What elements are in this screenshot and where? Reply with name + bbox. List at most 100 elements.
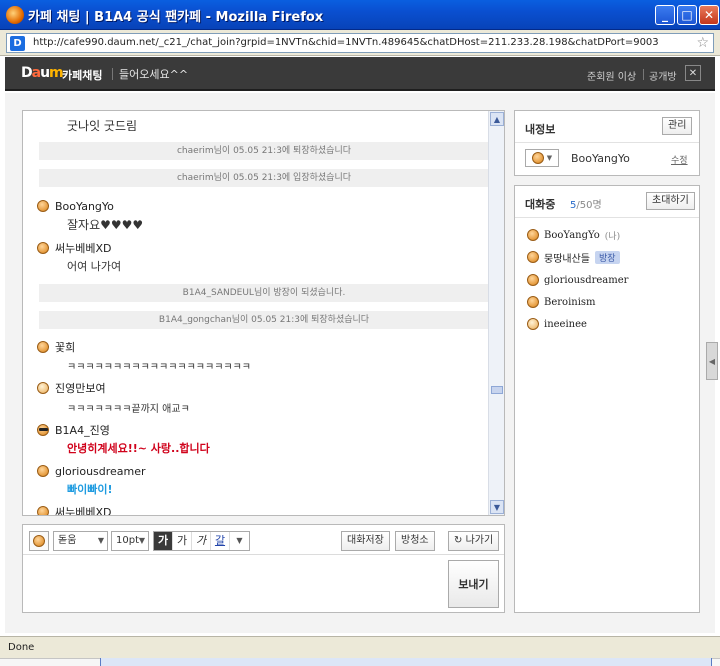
window-title-bar: 카페 채팅 | B1A4 공식 팬카페 - Mozilla Firefox _ … xyxy=(0,0,720,30)
members-panel: 대화중 5/50명 초대하기 BooYangYo (나) 뭉땅내산들 방장 gl… xyxy=(514,185,700,613)
close-button[interactable]: ✕ xyxy=(699,5,719,25)
chat-nickname[interactable]: BooYangYo xyxy=(55,200,114,213)
settings-icon[interactable]: ✕ xyxy=(685,65,701,81)
chat-message-header: B1A4_진영 xyxy=(37,422,110,438)
message-compose-panel: 돋움 ▼ 10pt ▼ 가 가 가 갈 ▼ 대화저장 방청소 ↻ 나가기 보내기 xyxy=(22,524,505,613)
chat-message-text: 잘자요♥♥♥♥ xyxy=(67,218,144,232)
user-face-icon xyxy=(37,506,49,515)
user-face-icon xyxy=(37,341,49,353)
bold-button[interactable]: 가 xyxy=(154,532,173,550)
chevron-down-icon: ▼ xyxy=(138,536,145,545)
my-nickname: BooYangYo xyxy=(571,152,630,165)
address-bar: D http://cafe990.daum.net/_c21_/chat_joi… xyxy=(0,30,720,56)
manage-button[interactable]: 관리 xyxy=(662,117,693,135)
chat-message-text: 안녕히계세요!!~ 사랑..합니다 xyxy=(67,442,210,455)
members-title: 대화중 xyxy=(525,198,556,211)
font-select-value: 돋움 xyxy=(58,535,77,546)
chat-message-header: gloriousdreamer xyxy=(37,463,146,479)
invite-button[interactable]: 초대하기 xyxy=(646,192,695,210)
daum-logo[interactable]: Daum xyxy=(21,65,64,81)
member-count: 5/50명 xyxy=(570,200,602,211)
member-item[interactable]: Beroinism xyxy=(527,294,596,310)
divider xyxy=(515,142,699,143)
save-chat-button[interactable]: 대화저장 xyxy=(341,531,390,551)
chat-nickname[interactable]: gloriousdreamer xyxy=(55,465,146,478)
emoticon-button[interactable] xyxy=(29,531,49,551)
user-face-icon xyxy=(37,465,49,477)
chat-nickname[interactable]: B1A4_진영 xyxy=(55,422,110,438)
cafe-chat-label: 카페채팅 xyxy=(62,69,103,82)
chat-message-header: 써누베베XD xyxy=(37,504,112,515)
chat-message-header: 꽃희 xyxy=(37,339,75,355)
chat-nickname[interactable]: 써누베베XD xyxy=(55,240,112,256)
chat-nickname[interactable]: 써누베베XD xyxy=(55,504,112,515)
chevron-down-icon: ▼ xyxy=(546,154,553,162)
my-info-panel: 내정보 관리 ▼ BooYangYo 수정 xyxy=(514,110,700,176)
message-input[interactable] xyxy=(27,559,445,609)
member-nickname: 뭉땅내산들 xyxy=(544,253,590,265)
chat-message-text: ㅋㅋㅋㅋㅋㅋㅋㅋㅋㅋㅋㅋㅋㅋㅋㅋㅋㅋㅋㅋ xyxy=(67,362,251,373)
member-item[interactable]: 뭉땅내산들 방장 xyxy=(527,249,620,265)
emoticon-select[interactable]: ▼ xyxy=(525,149,559,167)
chevron-down-icon[interactable]: ▼ xyxy=(230,532,249,550)
chat-messages: 굿나잇 굿드림 chaerim님이 05.05 21:3에 퇴장하셨습니다 ch… xyxy=(23,111,489,515)
chat-log-panel: 굿나잇 굿드림 chaerim님이 05.05 21:3에 퇴장하셨습니다 ch… xyxy=(22,110,505,516)
user-face-icon xyxy=(37,242,49,254)
chat-message-text: 빠이빠이! xyxy=(67,483,113,496)
minimize-button[interactable]: _ xyxy=(655,5,675,25)
url-text[interactable]: http://cafe990.daum.net/_c21_/chat_join?… xyxy=(33,37,659,48)
chat-message-text: ㅋㅋㅋㅋㅋㅋㅋ끝까지 애교ㅋ xyxy=(67,404,190,415)
leave-button-label: 나가기 xyxy=(465,535,494,546)
edit-link[interactable]: 수정 xyxy=(671,153,688,166)
user-face-icon xyxy=(527,251,539,263)
scroll-thumb[interactable] xyxy=(491,386,503,394)
firefox-icon xyxy=(6,6,24,24)
member-nickname: BooYangYo xyxy=(544,229,600,241)
italic-button[interactable]: 가 xyxy=(192,532,211,550)
font-select[interactable]: 돋움 ▼ xyxy=(53,531,108,551)
format-toolbar: 돋움 ▼ 10pt ▼ 가 가 가 갈 ▼ 대화저장 방청소 ↻ 나가기 xyxy=(23,525,504,555)
header-divider-right xyxy=(643,69,644,80)
chat-message-header: 진영만보여 xyxy=(37,380,106,396)
chat-nickname[interactable]: 진영만보여 xyxy=(55,380,106,396)
leave-button[interactable]: ↻ 나가기 xyxy=(448,531,500,551)
chevron-down-icon: ▼ xyxy=(97,536,104,545)
send-button[interactable]: 보내기 xyxy=(448,560,499,608)
user-face-icon xyxy=(527,274,539,286)
text-color-button[interactable]: 갈 xyxy=(211,532,230,550)
user-face-icon xyxy=(37,200,49,212)
member-item[interactable]: gloriousdreamer xyxy=(527,272,628,288)
system-message: chaerim님이 05.05 21:3에 퇴장하셨습니다 xyxy=(39,142,489,160)
text-style-group: 가 가 가 갈 ▼ xyxy=(153,531,250,551)
owner-badge: 방장 xyxy=(595,250,620,264)
user-face-icon xyxy=(527,318,539,330)
status-text: Done xyxy=(8,642,35,653)
scroll-down-icon[interactable]: ▼ xyxy=(490,500,504,514)
smiley-icon xyxy=(33,535,45,547)
url-field[interactable]: D http://cafe990.daum.net/_c21_/chat_joi… xyxy=(6,33,714,53)
chat-scrollbar[interactable]: ▲ ▼ xyxy=(488,111,504,515)
collapse-handle-icon[interactable]: ◀ xyxy=(706,342,718,380)
normal-text-button[interactable]: 가 xyxy=(173,532,192,550)
chat-nickname[interactable]: 꽃희 xyxy=(55,339,75,355)
maximize-button[interactable]: □ xyxy=(677,5,697,25)
background-window-edge xyxy=(100,658,712,666)
member-item[interactable]: ineeinee xyxy=(527,316,587,332)
member-nickname: Beroinism xyxy=(544,296,596,308)
user-face-icon xyxy=(527,296,539,308)
system-message: B1A4_SANDEUL님이 방장이 되셨습니다. xyxy=(39,284,489,302)
user-face-icon xyxy=(531,152,544,164)
user-face-icon xyxy=(527,229,539,241)
scroll-up-icon[interactable]: ▲ xyxy=(490,112,504,126)
sunglasses-face-icon xyxy=(37,424,49,436)
member-item[interactable]: BooYangYo (나) xyxy=(527,227,620,243)
status-bar: Done xyxy=(0,636,720,658)
bookmark-star-icon[interactable]: ☆ xyxy=(696,35,709,51)
divider xyxy=(515,217,699,218)
size-select[interactable]: 10pt ▼ xyxy=(111,531,149,551)
window-title: 카페 채팅 | B1A4 공식 팬카페 - Mozilla Firefox xyxy=(28,10,324,25)
daum-favicon-icon: D xyxy=(10,36,25,51)
clean-room-button[interactable]: 방청소 xyxy=(395,531,435,551)
user-face-icon xyxy=(37,382,49,394)
chat-message-header: BooYangYo xyxy=(37,198,114,214)
